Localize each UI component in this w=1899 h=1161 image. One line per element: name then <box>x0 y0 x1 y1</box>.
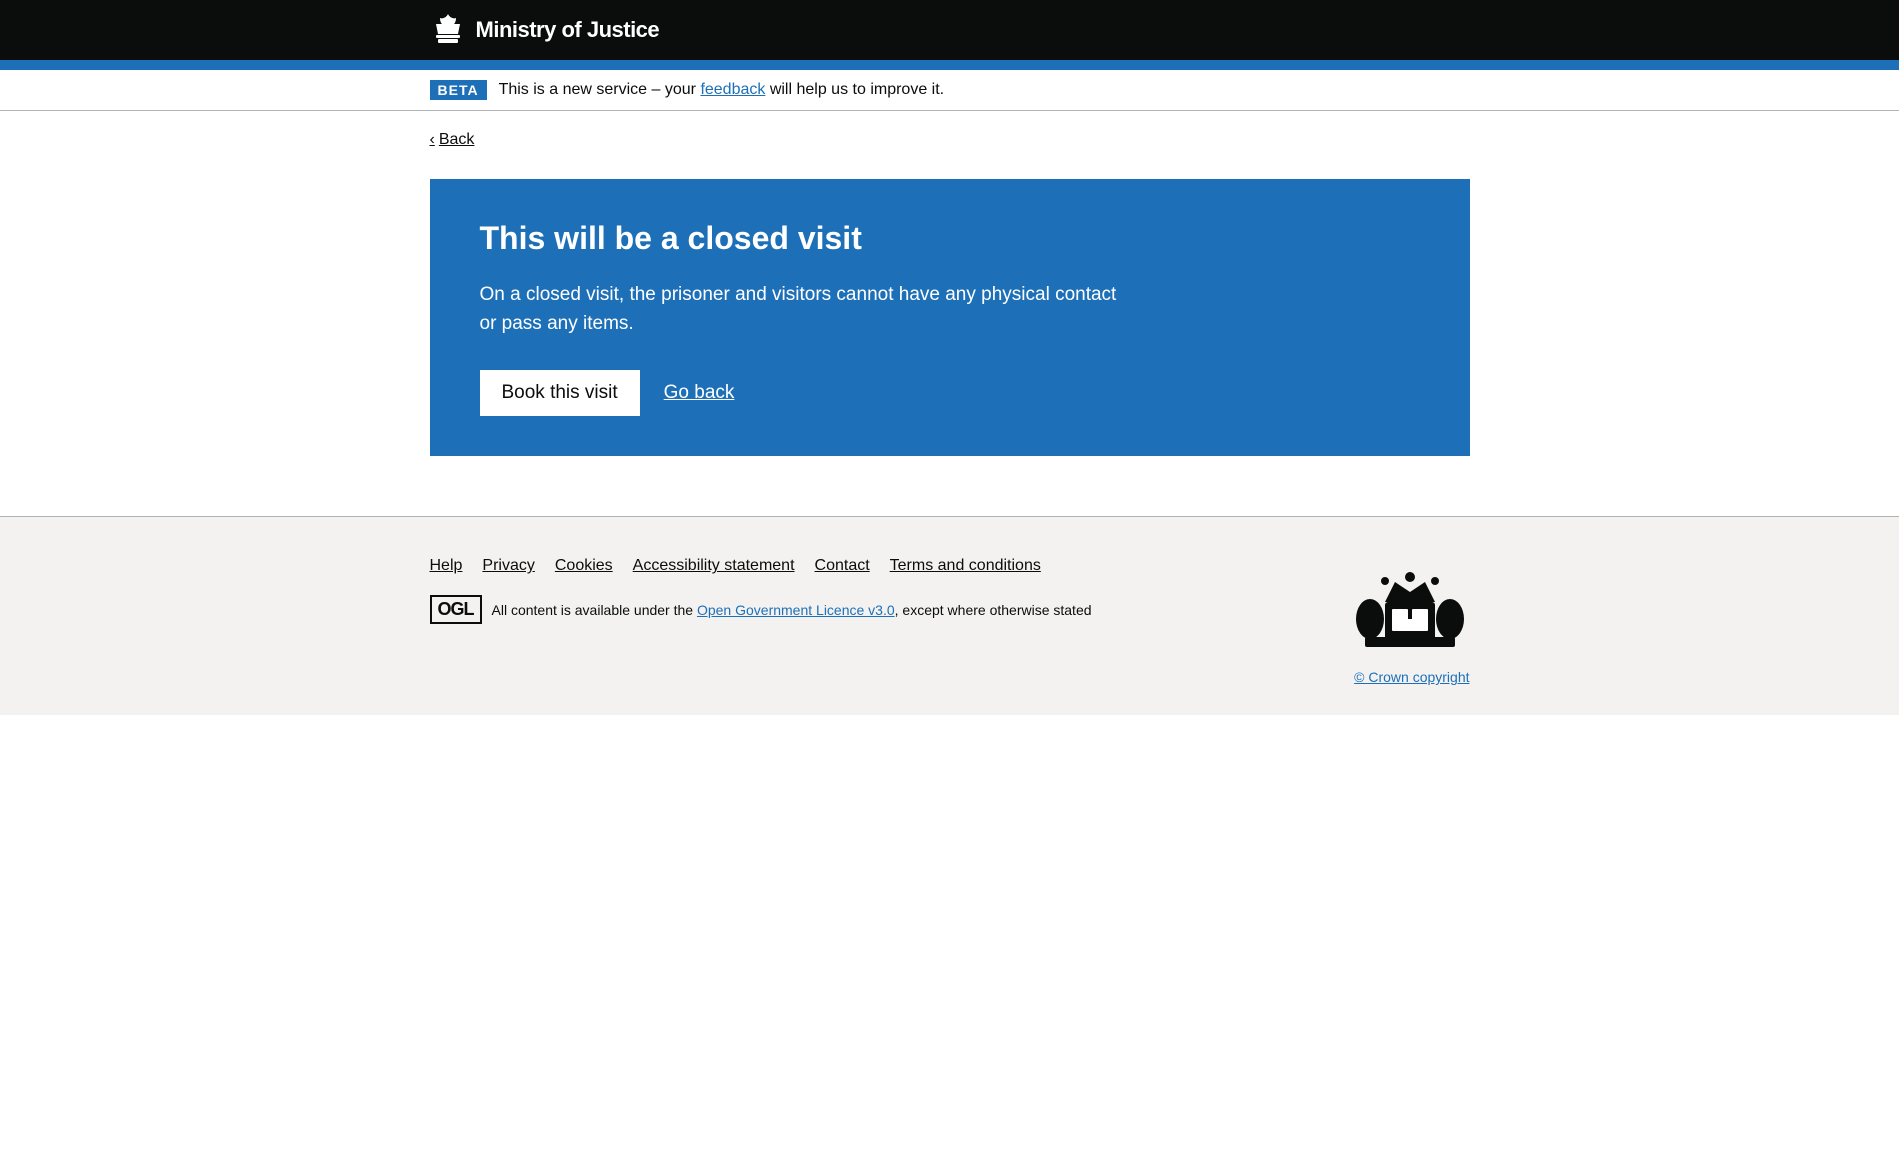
crown-copyright-link[interactable]: © Crown copyright <box>1354 669 1469 685</box>
crown-copyright-text: © Crown copyright <box>1354 669 1469 685</box>
footer-link-contact[interactable]: Contact <box>815 557 870 575</box>
go-back-link[interactable]: Go back <box>664 382 735 404</box>
header-logo-link[interactable]: Ministry of Justice <box>430 12 660 48</box>
notification-panel: This will be a closed visit On a closed … <box>430 179 1470 456</box>
org-name: Ministry of Justice <box>476 17 660 43</box>
back-link-container: ‹ Back <box>430 111 1470 159</box>
beta-tag: Beta <box>430 80 487 100</box>
back-link[interactable]: ‹ Back <box>430 131 475 149</box>
footer-left: Help Privacy Cookies Accessibility state… <box>430 557 1350 624</box>
back-chevron-icon: ‹ <box>430 131 435 149</box>
beta-text-before: This is a new service – your <box>499 81 701 98</box>
notification-body: On a closed visit, the prisoner and visi… <box>480 281 1130 338</box>
footer-link-terms[interactable]: Terms and conditions <box>890 557 1041 575</box>
crown-copyright-icon <box>1350 557 1470 657</box>
beta-banner: Beta This is a new service – your feedba… <box>0 70 1899 111</box>
crown-logo-icon <box>430 12 466 48</box>
main-content: ‹ Back This will be a closed visit On a … <box>400 111 1500 456</box>
ogl-text-after: , except where otherwise stated <box>895 602 1092 618</box>
site-footer: Help Privacy Cookies Accessibility state… <box>0 516 1899 715</box>
footer-nav: Help Privacy Cookies Accessibility state… <box>430 557 1350 575</box>
footer-link-privacy[interactable]: Privacy <box>482 557 534 575</box>
site-header: Ministry of Justice <box>0 0 1899 60</box>
beta-text: This is a new service – your feedback wi… <box>499 81 945 99</box>
ogl-text-before: All content is available under the <box>492 602 697 618</box>
book-this-visit-button[interactable]: Book this visit <box>480 370 640 416</box>
footer-link-cookies[interactable]: Cookies <box>555 557 613 575</box>
blue-bar <box>0 60 1899 70</box>
feedback-link[interactable]: feedback <box>700 81 765 98</box>
ogl-logo: OGL <box>430 595 482 624</box>
back-link-label: Back <box>439 131 475 149</box>
ogl-licence-link[interactable]: Open Government Licence v3.0 <box>697 602 895 618</box>
footer-right: © Crown copyright <box>1350 557 1470 685</box>
notification-title: This will be a closed visit <box>480 219 1420 257</box>
notification-actions: Book this visit Go back <box>480 370 1420 416</box>
footer-link-help[interactable]: Help <box>430 557 463 575</box>
footer-ogl: OGL All content is available under the O… <box>430 595 1350 624</box>
beta-text-after: will help us to improve it. <box>765 81 944 98</box>
footer-link-accessibility[interactable]: Accessibility statement <box>633 557 795 575</box>
ogl-text: All content is available under the Open … <box>492 602 1092 618</box>
